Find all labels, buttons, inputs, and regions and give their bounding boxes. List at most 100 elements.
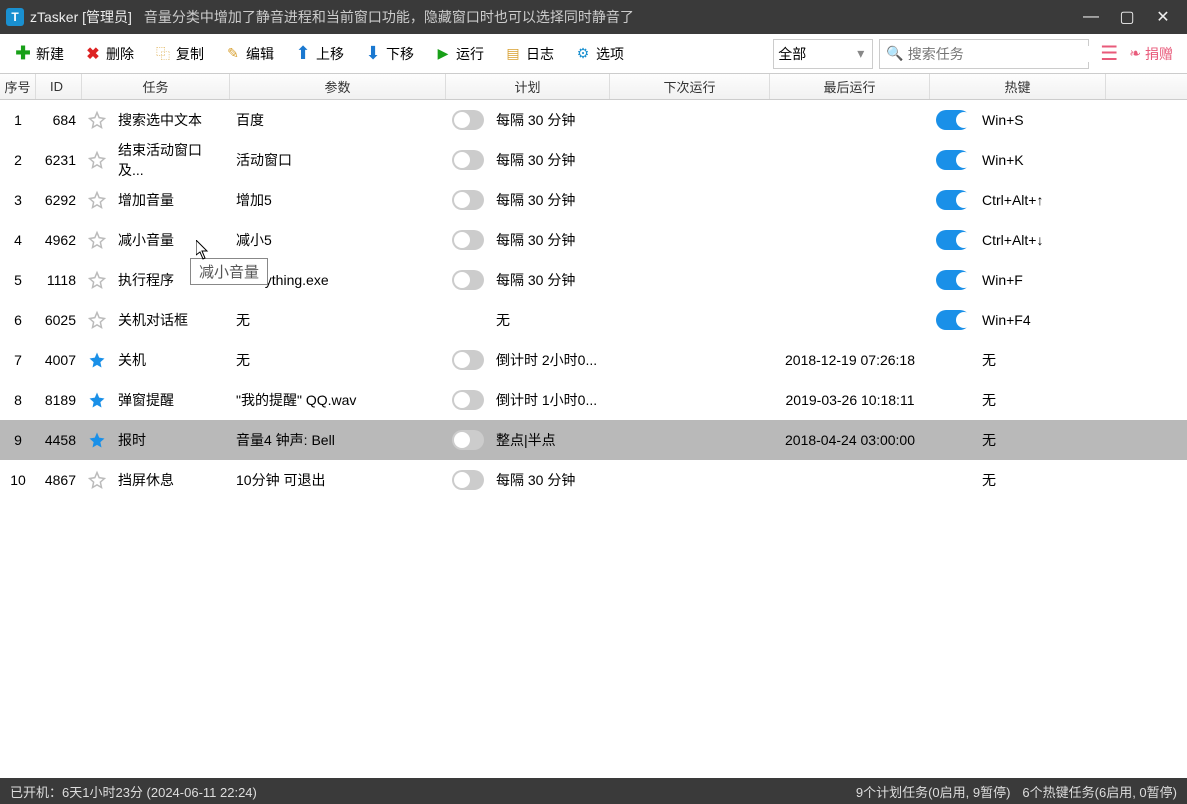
plan-toggle[interactable] <box>446 260 490 300</box>
star-button[interactable] <box>82 220 112 260</box>
search-box[interactable]: 🔍 <box>879 39 1089 69</box>
copy-icon: ⿻ <box>154 45 172 63</box>
close-button[interactable]: ✕ <box>1145 0 1181 34</box>
star-icon <box>88 150 106 170</box>
table-row[interactable]: 6 6025 关机对话框 无 无 Win+F4 <box>0 300 1187 340</box>
log-button[interactable]: ▤日志 <box>494 40 564 68</box>
status-uptime: 已开机：6天1小时23分 (2024-06-11 22:24) <box>10 782 257 801</box>
new-button[interactable]: ✚新建 <box>4 40 74 68</box>
table-row[interactable]: 8 8189 弹窗提醒 "我的提醒" QQ.wav 倒计时 1小时0... 20… <box>0 380 1187 420</box>
delete-button[interactable]: ✖删除 <box>74 40 144 68</box>
table-row[interactable]: 10 4867 挡屏休息 10分钟 可退出 每隔 30 分钟 无 <box>0 460 1187 500</box>
enable-toggle[interactable] <box>930 300 976 340</box>
cell-seq: 7 <box>0 340 36 380</box>
list-icon[interactable]: ☰ <box>1099 44 1119 64</box>
col-spacer <box>1106 74 1187 99</box>
plan-toggle[interactable] <box>446 420 490 460</box>
donate-button[interactable]: ❧捐赠 <box>1129 44 1173 64</box>
arrow-down-icon: ⬇ <box>364 45 382 63</box>
col-hotkey[interactable]: 热键 <box>930 74 1106 99</box>
table-row[interactable]: 5 1118 执行程序 Everything.exe 每隔 30 分钟 Win+… <box>0 260 1187 300</box>
star-button[interactable] <box>82 380 112 420</box>
col-last[interactable]: 最后运行 <box>770 74 930 99</box>
plan-toggle[interactable] <box>446 300 490 340</box>
plan-toggle[interactable] <box>446 140 490 180</box>
col-seq[interactable]: 序号 <box>0 74 36 99</box>
run-label: 运行 <box>456 44 484 64</box>
star-button[interactable] <box>82 100 112 140</box>
star-button[interactable] <box>82 260 112 300</box>
option-label: 选项 <box>596 44 624 64</box>
plan-toggle[interactable] <box>446 100 490 140</box>
table-row[interactable]: 4 4962 减小音量 减小5 每隔 30 分钟 Ctrl+Alt+↓ <box>0 220 1187 260</box>
statusbar: 已开机：6天1小时23分 (2024-06-11 22:24) 9个计划任务(0… <box>0 778 1187 804</box>
play-icon: ▶ <box>434 45 452 63</box>
filter-select[interactable]: 全部 <box>773 39 873 69</box>
cell-next <box>610 460 770 500</box>
option-button[interactable]: ⚙选项 <box>564 40 634 68</box>
cell-hotkey: Win+K <box>976 140 1106 180</box>
table-row[interactable]: 7 4007 关机 无 倒计时 2小时0... 2018-12-19 07:26… <box>0 340 1187 380</box>
cell-hotkey: 无 <box>976 380 1106 420</box>
enable-toggle[interactable] <box>930 100 976 140</box>
cell-last: 2019-03-26 10:18:11 <box>770 380 930 420</box>
maximize-button[interactable]: ▢ <box>1109 0 1145 34</box>
search-input[interactable] <box>908 46 1089 62</box>
star-button[interactable] <box>82 140 112 180</box>
cell-seq: 8 <box>0 380 36 420</box>
titlebar: T zTasker [管理员] 音量分类中增加了静音进程和当前窗口功能，隐藏窗口… <box>0 0 1187 34</box>
plan-toggle[interactable] <box>446 180 490 220</box>
cell-hotkey: Ctrl+Alt+↑ <box>976 180 1106 220</box>
edit-button[interactable]: ✎编辑 <box>214 40 284 68</box>
col-id[interactable]: ID <box>36 74 82 99</box>
new-label: 新建 <box>36 44 64 64</box>
minimize-button[interactable]: — <box>1073 0 1109 34</box>
star-icon <box>88 430 106 450</box>
enable-toggle[interactable] <box>930 420 976 460</box>
cell-next <box>610 220 770 260</box>
star-icon <box>88 350 106 370</box>
cell-seq: 5 <box>0 260 36 300</box>
cell-plan: 每隔 30 分钟 <box>490 260 610 300</box>
filter-value: 全部 <box>778 44 806 64</box>
enable-toggle[interactable] <box>930 260 976 300</box>
col-plan[interactable]: 计划 <box>446 74 610 99</box>
cell-last <box>770 140 930 180</box>
star-icon <box>88 110 106 130</box>
col-task[interactable]: 任务 <box>82 74 230 99</box>
enable-toggle[interactable] <box>930 460 976 500</box>
star-button[interactable] <box>82 460 112 500</box>
star-button[interactable] <box>82 340 112 380</box>
col-next[interactable]: 下次运行 <box>610 74 770 99</box>
enable-toggle[interactable] <box>930 340 976 380</box>
cell-param: 活动窗口 <box>230 140 446 180</box>
enable-toggle[interactable] <box>930 180 976 220</box>
cell-id: 4458 <box>36 420 82 460</box>
copy-button[interactable]: ⿻复制 <box>144 40 214 68</box>
table-row[interactable]: 3 6292 增加音量 增加5 每隔 30 分钟 Ctrl+Alt+↑ <box>0 180 1187 220</box>
cell-plan: 每隔 30 分钟 <box>490 180 610 220</box>
movedown-button[interactable]: ⬇下移 <box>354 40 424 68</box>
table-row[interactable]: 2 6231 结束活动窗口及... 活动窗口 每隔 30 分钟 Win+K <box>0 140 1187 180</box>
plus-icon: ✚ <box>14 45 32 63</box>
enable-toggle[interactable] <box>930 140 976 180</box>
plan-toggle[interactable] <box>446 380 490 420</box>
cell-next <box>610 100 770 140</box>
cell-last <box>770 180 930 220</box>
enable-toggle[interactable] <box>930 220 976 260</box>
status-hotkey-tasks: 6个热键任务(6启用, 0暂停) <box>1022 782 1177 801</box>
enable-toggle[interactable] <box>930 380 976 420</box>
cell-task: 挡屏休息 <box>112 460 230 500</box>
run-button[interactable]: ▶运行 <box>424 40 494 68</box>
plan-toggle[interactable] <box>446 340 490 380</box>
star-button[interactable] <box>82 300 112 340</box>
table-row[interactable]: 9 4458 报时 音量4 钟声: Bell 整点|半点 2018-04-24 … <box>0 420 1187 460</box>
plan-toggle[interactable] <box>446 220 490 260</box>
star-button[interactable] <box>82 180 112 220</box>
plan-toggle[interactable] <box>446 460 490 500</box>
star-button[interactable] <box>82 420 112 460</box>
table-row[interactable]: 1 684 搜索选中文本 百度 每隔 30 分钟 Win+S <box>0 100 1187 140</box>
moveup-button[interactable]: ⬆上移 <box>284 40 354 68</box>
cell-task: 报时 <box>112 420 230 460</box>
col-param[interactable]: 参数 <box>230 74 446 99</box>
